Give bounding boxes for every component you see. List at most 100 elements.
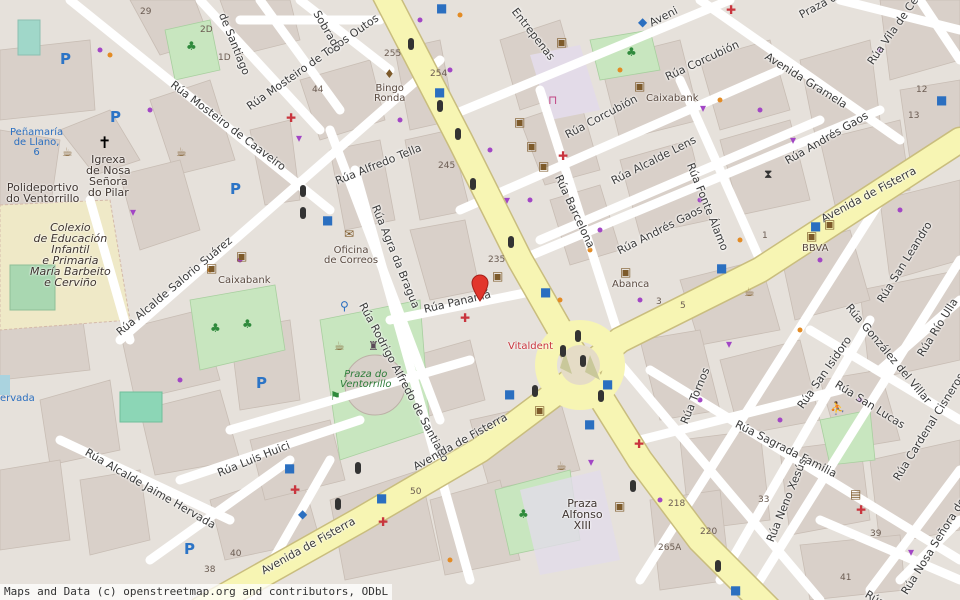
place-label-igrexa: Igrexa de Nosa Señora do Pilar (86, 153, 131, 199)
place-label-praza-alfonso: Praza Alfonso XIII (562, 497, 603, 532)
church-icon: ✝ (98, 133, 112, 152)
parking-icon: P (230, 180, 241, 198)
shop-icon: ▾ (726, 337, 733, 351)
shop-icon: ▾ (504, 193, 511, 207)
tree-icon: ♣ (518, 507, 529, 521)
tree-icon: ♣ (242, 317, 253, 331)
place-label-bingo: Bingo Ronda (374, 83, 406, 104)
pharmacy-icon: ✚ (558, 149, 569, 163)
house-number: 33 (758, 495, 770, 505)
tree-icon: ♣ (626, 45, 637, 59)
parking-icon: P (110, 108, 121, 126)
atm-icon: ▣ (526, 139, 538, 153)
pharmacy-icon: ✚ (460, 311, 471, 325)
pharmacy-icon: ✚ (286, 111, 297, 125)
house-number: 2D (200, 25, 213, 35)
house-number: 254 (430, 69, 448, 79)
parking-icon: P (60, 50, 71, 68)
cafe-icon: ☕ (334, 339, 345, 353)
bus-stop-icon: ■ (810, 219, 822, 233)
attribution-text: Maps and Data (c) openstreetmap.org and … (0, 584, 393, 600)
house-number: 50 (410, 487, 422, 497)
house-number: 265A (658, 543, 682, 553)
shop-icon: ▾ (588, 455, 595, 469)
parking-icon: P (256, 374, 267, 392)
library-icon: ▤ (850, 487, 862, 501)
bank-icon: ▣ (206, 261, 218, 275)
place-label-oficina: Oficina de Correos (324, 245, 379, 266)
atm-icon: ▣ (534, 403, 546, 417)
bus-stop-icon: ■ (436, 1, 448, 15)
atm-icon: ▣ (514, 115, 526, 129)
pharmacy-icon: ✚ (378, 515, 389, 529)
place-label-penamaria: Peñamaría de Llano, 6 (10, 127, 64, 158)
house-number: 1 (762, 231, 768, 241)
pharmacy-icon: ✚ (634, 437, 645, 451)
tree-icon: ♣ (210, 321, 221, 335)
place-label-hervada: ervada (0, 393, 35, 404)
house-number: 3 (656, 297, 662, 307)
place-label-caixabank: Caixabank (646, 93, 699, 104)
house-number: 29 (140, 7, 152, 17)
bank-icon: ▣ (620, 265, 632, 279)
bus-stop-icon: ■ (540, 285, 552, 299)
parking-icon: P (184, 540, 195, 558)
house-number: 41 (840, 573, 852, 583)
taxi-icon: ◆ (638, 15, 648, 29)
house-number: 44 (312, 85, 324, 95)
house-number: 235 (488, 255, 506, 265)
post-office-icon: ✉ (344, 227, 355, 241)
house-number: 218 (668, 499, 686, 509)
bus-stop-icon: ■ (584, 417, 596, 431)
taxi-icon: ◆ (298, 507, 308, 521)
bus-stop-icon: ■ (434, 85, 446, 99)
map-view[interactable]: Rúa Panamá Rúa Alfredo Tella Rúa Agra da… (0, 0, 960, 600)
atm-icon: ▣ (556, 35, 568, 49)
cafe-icon: ☕ (744, 285, 755, 299)
atm-icon: ▣ (614, 499, 626, 513)
pharmacy-icon: ✚ (856, 503, 867, 517)
place-label-polideportivo: Polideportivo do Ventorrillo (6, 181, 80, 205)
house-number: 40 (230, 549, 242, 559)
social-facility-icon: ⛹ (830, 401, 845, 415)
atm-icon: ▣ (538, 159, 550, 173)
place-label-colexio: Colexio de Educación Infantil e Primaria… (30, 221, 111, 289)
hourglass-icon: ⧗ (764, 167, 773, 181)
monument-icon: ♜ (368, 339, 379, 353)
sports-icon: ⚑ (330, 389, 341, 403)
house-number: 38 (204, 565, 216, 575)
place-label-caixabank: Caixabank (218, 275, 271, 286)
atm-icon: ▣ (492, 269, 504, 283)
house-number: 245 (438, 161, 456, 171)
shop-icon: ▾ (130, 205, 137, 219)
cafe-icon: ☕ (556, 459, 567, 473)
house-number: 1D (218, 53, 231, 63)
bus-stop-icon: ■ (284, 461, 296, 475)
house-number: 255 (384, 49, 402, 59)
bus-stop-icon: ■ (936, 93, 948, 107)
house-number: 12 (916, 85, 928, 95)
cafe-icon: ☕ (176, 145, 187, 159)
place-label-vitaldent: Vitaldent (508, 341, 553, 352)
shop-icon: ▾ (700, 101, 707, 115)
location-marker-icon[interactable] (471, 274, 489, 302)
place-label-abanca: Abanca (612, 279, 650, 290)
bicycle-icon: ⚲ (340, 299, 349, 313)
bus-stop-icon: ■ (376, 491, 388, 505)
bank-icon: ▣ (634, 79, 646, 93)
shop-icon: ▾ (908, 545, 915, 559)
playground-icon: ⊓ (548, 93, 558, 107)
house-number: 220 (700, 527, 718, 537)
cafe-icon: ☕ (62, 145, 73, 159)
tree-icon: ♣ (186, 39, 197, 53)
house-number: 13 (908, 111, 920, 121)
shop-icon: ▾ (790, 133, 797, 147)
atm-icon: ▣ (236, 249, 248, 263)
bus-stop-icon: ■ (602, 377, 614, 391)
bus-stop-icon: ■ (730, 583, 742, 597)
place-label-bbva: BBVA (802, 243, 829, 254)
casino-icon: ♦ (384, 67, 395, 81)
pharmacy-icon: ✚ (726, 3, 737, 17)
bus-stop-icon: ■ (322, 213, 334, 227)
bus-stop-icon: ■ (716, 261, 728, 275)
